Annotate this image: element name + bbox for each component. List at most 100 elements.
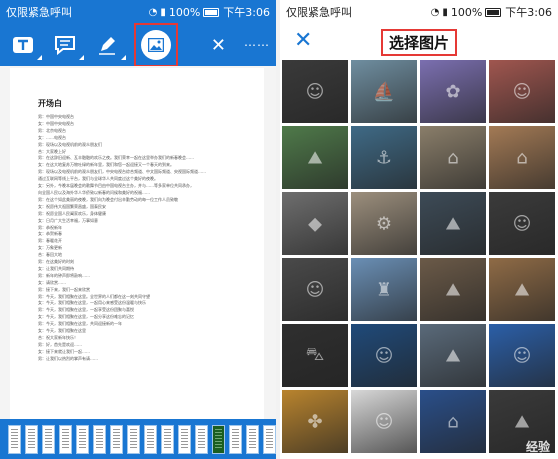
battery-icon (203, 7, 220, 17)
landscape-icon: ⛰ (445, 213, 461, 234)
document-line: 合：祝大家新年快乐！ (38, 335, 78, 340)
photo-thumbnail[interactable]: ✤ (282, 390, 348, 453)
photo-thumbnail[interactable]: ☺ (489, 192, 555, 255)
photo-thumbnail[interactable]: ☺ (489, 324, 555, 387)
document-line: 女：祝愿伟大祖国繁荣昌盛，国泰民安 (38, 203, 106, 209)
photo-thumbnail[interactable]: ⛰ (420, 192, 486, 255)
pen-tool-button[interactable] (90, 28, 126, 62)
photo-thumbnail[interactable]: ⚙ (351, 192, 417, 255)
page-thumbnail[interactable] (42, 424, 55, 454)
person-icon: ☺ (512, 213, 532, 234)
ship-icon: ⚓ (375, 147, 393, 168)
pen-icon (99, 37, 115, 55)
battery-percent: 100% (450, 5, 483, 19)
page-thumbnail[interactable] (8, 424, 21, 454)
photo-thumbnail[interactable]: ⛵ (351, 60, 417, 123)
page-title: 选择图片 (380, 28, 457, 56)
page-thumbnail[interactable] (25, 424, 38, 454)
document-line: 男：在这辞旧迎新、瓦丰融融的欢乐之夜。我们荣幸一起在这里举办我们的新春晚会…… (38, 155, 194, 161)
document-line: 男：今天，我们相聚在这里。全世界的人们都在这一刻共同守望 (38, 293, 150, 299)
document-line: 男：好，首先是欢迎…… (38, 341, 82, 347)
photo-thumbnail[interactable]: ⌂ (420, 126, 486, 189)
close-icon[interactable]: ✕ (294, 30, 312, 52)
knot-icon: ✤ (307, 411, 323, 432)
document-body: 男：中国中央电视台 女：中国中央电视台 男：北京电视台 女：……电视台 男：现场以及电视… (38, 114, 238, 363)
more-icon[interactable]: ⋯⋯ (244, 38, 270, 52)
carrier-text: 仅限紧急呼叫 (6, 6, 72, 19)
photo-thumbnail[interactable]: ☺ (489, 60, 555, 123)
image-icon (148, 38, 164, 52)
document-line: 女：另外，今晚本届晚会的歌舞节目由中国电视台主办，并与……等多家单位共同承办， (38, 183, 194, 189)
person-icon: ☺ (305, 279, 325, 300)
page-thumbnail[interactable] (110, 424, 123, 454)
editor-toolbar: ✕ ⋯⋯ (0, 23, 276, 67)
car-icon: ⛍ (305, 343, 325, 365)
photo-thumbnail[interactable]: ⌂ (420, 390, 486, 453)
text-icon (13, 37, 33, 53)
document-line: 女：今天，我们相聚在这里，一起分享这份难忘的记忆 (38, 314, 134, 320)
carrier-text: 仅限紧急呼叫 (286, 6, 352, 19)
document-line: 男：今天，我们相聚在这里，共同迎接新的一年 (38, 321, 122, 327)
page-thumbnail[interactable] (59, 424, 72, 454)
stone-icon: ◆ (308, 213, 322, 234)
landscape-icon: ⛰ (514, 279, 530, 300)
person-icon: ☺ (305, 81, 325, 102)
photo-thumbnail[interactable]: ⛰ (282, 126, 348, 189)
page-thumbnail[interactable] (263, 424, 276, 454)
document-view[interactable]: 开场白 男：中国中央电视台 女：中国中央电视台 男：北京电视台 女：……电视台 男：现场… (0, 66, 276, 419)
image-tool-button[interactable] (134, 23, 178, 67)
page-thumbnail[interactable] (212, 424, 225, 454)
text-tool-button[interactable] (6, 28, 42, 62)
landscape-icon: ⛰ (307, 147, 323, 168)
landscape-icon: ⛰ (445, 279, 461, 300)
comment-tool-button[interactable] (48, 28, 84, 62)
photo-thumbnail[interactable]: ⚓ (351, 126, 417, 189)
document-line: 男：接下来，我们一起来欣赏 (38, 286, 90, 292)
photo-thumbnail[interactable]: ⛰ (420, 258, 486, 321)
page-thumbnail[interactable] (178, 424, 191, 454)
page-thumbnail[interactable] (76, 424, 89, 454)
document-line: 男：春暖花开 (38, 238, 62, 244)
close-icon[interactable]: ✕ (211, 35, 226, 56)
document-line: 女：在这大地复苏万物吐绿的新年里，我们和您一起迎接又一个春天的到来。 (38, 162, 174, 168)
document-line: 女：……电视台 (38, 134, 66, 140)
document-line: 男：现场以及电视机前的观众朋友们 (38, 141, 102, 147)
photo-thumbnail[interactable]: ☺ (282, 258, 348, 321)
photo-thumbnail[interactable]: ⌂ (489, 126, 555, 189)
gear-icon: ⚙ (375, 213, 393, 234)
photo-thumbnail[interactable]: ⛰ (489, 258, 555, 321)
page-thumbnail[interactable] (127, 424, 140, 454)
photo-thumbnail[interactable]: ♜ (351, 258, 417, 321)
photo-thumbnail[interactable]: ☺ (282, 60, 348, 123)
signal-icon: ▮ (442, 6, 448, 18)
document-line: 女：日月广大生活幸福，万事如意 (38, 217, 98, 223)
document-line: 男：恭祝新年 (38, 224, 62, 230)
photo-thumbnail[interactable]: ✿ (420, 60, 486, 123)
document-line: 女：今天，我们相聚在这里，一起用心来感受这份温暖与快乐 (38, 300, 146, 306)
time-text: 下午3:06 (505, 6, 552, 19)
landscape-icon: ⛰ (445, 345, 461, 366)
photo-thumbnail[interactable]: ☺ (351, 324, 417, 387)
document-line: 男：中国中央电视台 (38, 114, 74, 119)
right-screen: 仅限紧急呼叫 ◔ ▮ 100% 下午3:06 ✕ 选择图片 ☺ ⛵ ✿ ☺ ⛰ ⚓ ⌂ ⌂ ◆ ⚙… (280, 0, 558, 459)
page-thumbnail[interactable] (229, 424, 242, 454)
photo-thumbnail[interactable]: ⛰ (420, 324, 486, 387)
document-line: 女：中国中央电视台 (38, 120, 74, 126)
photo-thumbnail[interactable]: ◆ (282, 192, 348, 255)
castle-icon: ♜ (375, 279, 393, 300)
document-line: 男：祝愿全国人民阖家欢乐，身体健康 (38, 210, 106, 216)
photo-thumbnail[interactable]: ☺ (351, 390, 417, 453)
image-grid: ☺ ⛵ ✿ ☺ ⛰ ⚓ ⌂ ⌂ ◆ ⚙ ⛰ ☺ ☺ ♜ ⛰ ⛰ ⛍ ☺ ⛰ ☺ ✤ ☺ ⌂ ⛰ (280, 60, 558, 453)
page-thumbnail[interactable] (93, 424, 106, 454)
person-icon: ☺ (512, 345, 532, 366)
page-thumbnail[interactable] (161, 424, 174, 454)
page-thumbnail[interactable] (195, 424, 208, 454)
page-thumbnail[interactable] (246, 424, 259, 454)
palace-icon: ⌂ (447, 411, 459, 432)
time-text: 下午3:06 (223, 6, 270, 19)
status-bar: 仅限紧急呼叫 ◔ ▮ 100% 下午3:06 (0, 0, 276, 24)
left-screen: 仅限紧急呼叫 ◔ ▮ 100% 下午3:06 ✕ ⋯⋯ 开场白 男：中国中央电视… (0, 0, 276, 459)
document-line: 向全国人民以及海外华人华侨致以新春的问候和美好的祝福…… (38, 189, 150, 195)
photo-thumbnail[interactable]: ⛍ (282, 324, 348, 387)
page-thumbnail[interactable] (144, 424, 157, 454)
